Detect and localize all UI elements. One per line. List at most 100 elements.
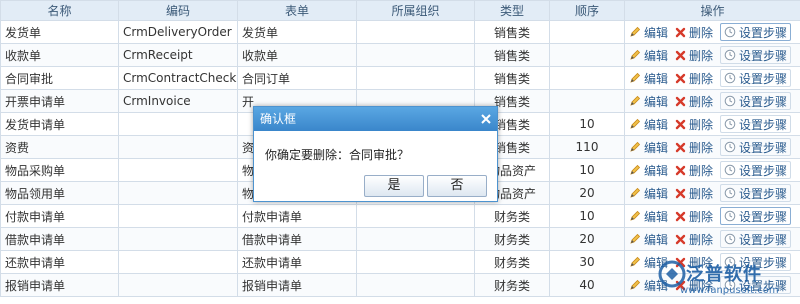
cell-name: 开票申请单: [0, 89, 119, 113]
set-steps-button[interactable]: 设置步骤: [720, 138, 792, 156]
edit-link[interactable]: 编辑: [629, 208, 668, 225]
edit-link[interactable]: 编辑: [629, 139, 668, 156]
delete-link[interactable]: 删除: [675, 24, 713, 41]
table-row[interactable]: 借款申请单 借款申请单 财务类 20 编辑 删除 设置步骤: [0, 227, 800, 251]
edit-label: 编辑: [644, 186, 669, 201]
cell-form: 发货单: [237, 20, 357, 44]
delete-label: 删除: [689, 232, 714, 247]
set-steps-label: 设置步骤: [739, 186, 788, 201]
cell-code: [118, 181, 238, 205]
cell-form: 报销申请单: [237, 273, 357, 297]
cell-name: 资费: [0, 135, 119, 159]
set-steps-button[interactable]: 设置步骤: [720, 161, 792, 179]
pencil-icon: [629, 256, 641, 268]
dialog-close-button[interactable]: [477, 110, 495, 128]
edit-label: 编辑: [644, 71, 669, 86]
watermark-brand: 泛普软件: [686, 264, 762, 285]
set-steps-button[interactable]: 设置步骤: [720, 115, 792, 133]
edit-link[interactable]: 编辑: [629, 47, 668, 64]
clock-icon: [724, 164, 736, 176]
table-row[interactable]: 合同审批 CrmContractCheck 合同订单 销售类 编辑 删除 设置步骤: [0, 66, 800, 90]
set-steps-button[interactable]: 设置步骤: [720, 230, 792, 248]
edit-link[interactable]: 编辑: [629, 162, 668, 179]
cell-order: [549, 43, 625, 67]
cell-type: 财务类: [474, 273, 550, 297]
cell-type: 销售类: [474, 66, 550, 90]
delete-link[interactable]: 删除: [675, 116, 713, 133]
cell-form: 合同订单: [237, 66, 357, 90]
delete-x-icon: [675, 234, 686, 245]
delete-link[interactable]: 删除: [675, 70, 713, 87]
set-steps-button[interactable]: 设置步骤: [720, 207, 792, 225]
table-row[interactable]: 付款申请单 付款申请单 财务类 10 编辑 删除 设置步骤: [0, 204, 800, 228]
cell-code: [118, 135, 238, 159]
set-steps-label: 设置步骤: [739, 140, 788, 155]
set-steps-button[interactable]: 设置步骤: [720, 184, 792, 202]
delete-link[interactable]: 删除: [675, 93, 713, 110]
set-steps-button[interactable]: 设置步骤: [720, 23, 792, 41]
delete-label: 删除: [689, 94, 714, 109]
cell-name: 还款申请单: [0, 250, 119, 274]
pencil-icon: [629, 141, 641, 153]
table-row[interactable]: 发货单 CrmDeliveryOrder 发货单 销售类 编辑 删除 设置步骤: [0, 20, 800, 44]
table-header-row: 名称 编码 表单 所属组织 类型 顺序 操作: [0, 0, 800, 21]
cell-order: 30: [549, 250, 625, 274]
cell-org: [356, 250, 475, 274]
confirm-no-button[interactable]: 否: [427, 175, 487, 197]
delete-link[interactable]: 删除: [675, 208, 713, 225]
delete-x-icon: [675, 96, 686, 107]
watermark-url: www.fanpusoft.com: [680, 285, 779, 296]
cell-name: 合同审批: [0, 66, 119, 90]
cell-name: 发货申请单: [0, 112, 119, 136]
edit-link[interactable]: 编辑: [629, 93, 668, 110]
cell-code: CrmDeliveryOrder: [118, 20, 238, 44]
edit-link[interactable]: 编辑: [629, 231, 668, 248]
watermark: 泛普软件 www.fanpusoft.com: [656, 258, 798, 304]
cell-name: 物品采购单: [0, 158, 119, 182]
cell-org: [356, 20, 475, 44]
delete-link[interactable]: 删除: [675, 162, 713, 179]
edit-link[interactable]: 编辑: [629, 116, 668, 133]
confirm-yes-button[interactable]: 是: [364, 175, 424, 197]
edit-label: 编辑: [644, 117, 669, 132]
table-row[interactable]: 收款单 CrmReceipt 收款单 销售类 编辑 删除 设置步骤: [0, 43, 800, 67]
pencil-icon: [629, 279, 641, 291]
cell-type: 销售类: [474, 43, 550, 67]
edit-link[interactable]: 编辑: [629, 185, 668, 202]
cell-actions: 编辑 删除 设置步骤: [624, 112, 800, 136]
clock-icon: [724, 233, 736, 245]
set-steps-button[interactable]: 设置步骤: [720, 46, 792, 64]
set-steps-label: 设置步骤: [739, 209, 788, 224]
delete-link[interactable]: 删除: [675, 47, 713, 64]
delete-x-icon: [675, 211, 686, 222]
cell-name: 物品领用单: [0, 181, 119, 205]
cell-code: [118, 112, 238, 136]
col-org-header: 所属组织: [356, 0, 475, 21]
set-steps-label: 设置步骤: [739, 94, 788, 109]
delete-x-icon: [675, 188, 686, 199]
edit-link[interactable]: 编辑: [629, 70, 668, 87]
cell-name: 付款申请单: [0, 204, 119, 228]
pencil-icon: [629, 49, 641, 61]
set-steps-button[interactable]: 设置步骤: [720, 69, 792, 87]
edit-label: 编辑: [644, 48, 669, 63]
delete-link[interactable]: 删除: [675, 185, 713, 202]
clock-icon: [724, 118, 736, 130]
cell-actions: 编辑 删除 设置步骤: [624, 20, 800, 44]
cell-org: [356, 273, 475, 297]
cell-actions: 编辑 删除 设置步骤: [624, 158, 800, 182]
dialog-title: 确认框: [260, 112, 297, 126]
cell-type: 财务类: [474, 227, 550, 251]
edit-link[interactable]: 编辑: [629, 24, 668, 41]
delete-x-icon: [675, 73, 686, 84]
cell-code: CrmInvoice: [118, 89, 238, 113]
delete-link[interactable]: 删除: [675, 139, 713, 156]
cell-code: CrmReceipt: [118, 43, 238, 67]
set-steps-button[interactable]: 设置步骤: [720, 92, 792, 110]
delete-x-icon: [675, 27, 686, 38]
clock-icon: [724, 187, 736, 199]
delete-link[interactable]: 删除: [675, 231, 713, 248]
cell-org: [356, 227, 475, 251]
delete-label: 删除: [689, 186, 714, 201]
clock-icon: [724, 141, 736, 153]
